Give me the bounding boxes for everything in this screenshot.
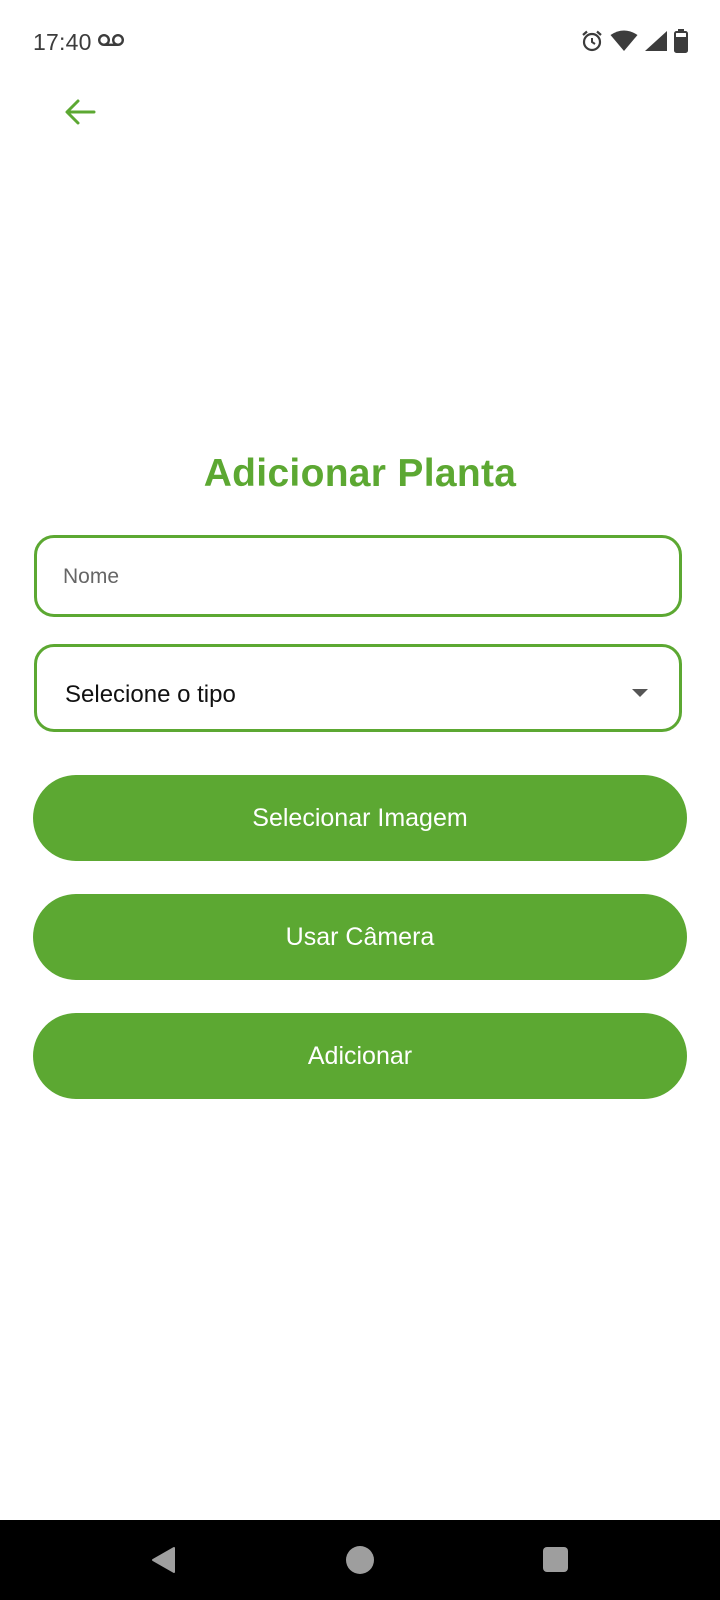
select-image-button[interactable]: Selecionar Imagem: [33, 775, 687, 861]
dropdown-arrow-icon: [631, 685, 649, 703]
nav-back-icon[interactable]: [150, 1546, 176, 1579]
status-bar: 17:40: [0, 0, 720, 84]
battery-icon: [674, 29, 688, 58]
signal-icon: [644, 30, 668, 57]
arrow-left-icon: [64, 98, 96, 131]
page-title: Adicionar Planta: [203, 452, 517, 495]
navigation-bar: [0, 1520, 720, 1600]
status-time: 17:40: [33, 29, 92, 55]
type-select-label: Selecione o tipo: [65, 681, 236, 708]
add-button[interactable]: Adicionar: [33, 1013, 687, 1099]
status-icons: [580, 29, 688, 58]
use-camera-button[interactable]: Usar Câmera: [33, 894, 687, 980]
back-button[interactable]: [54, 88, 106, 140]
name-input[interactable]: [61, 538, 645, 616]
alarm-icon: [580, 29, 604, 58]
type-select[interactable]: Selecione o tipo: [34, 644, 682, 732]
voicemail-icon: [97, 33, 125, 52]
name-field[interactable]: [34, 535, 682, 617]
nav-recents-icon[interactable]: [543, 1547, 568, 1572]
nav-home-icon[interactable]: [346, 1546, 374, 1574]
wifi-icon: [610, 30, 638, 57]
